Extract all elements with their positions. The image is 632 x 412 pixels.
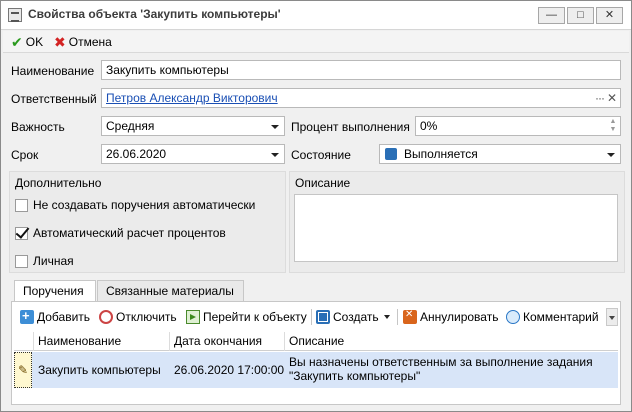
responsible-label: Ответственный xyxy=(11,92,97,106)
description-title: Описание xyxy=(295,176,351,190)
cancel-button[interactable]: ✖ Отмена xyxy=(54,33,112,51)
deadline-label: Срок xyxy=(11,148,39,162)
annul-label: Аннулировать xyxy=(420,310,499,324)
additional-title: Дополнительно xyxy=(15,176,102,190)
ok-button[interactable]: ✔ OK xyxy=(11,33,43,51)
create-label: Создать xyxy=(333,310,379,324)
add-label: Добавить xyxy=(37,310,91,324)
goto-object-button[interactable]: Перейти к объекту xyxy=(186,308,307,326)
tab-assignments[interactable]: Поручения xyxy=(14,280,96,303)
state-label: Состояние xyxy=(291,148,351,162)
check-icon: ✔ xyxy=(11,34,23,50)
option-label: Личная xyxy=(33,254,74,268)
responsible-link[interactable]: Петров Александр Викторович xyxy=(106,91,278,105)
toolbar-separator xyxy=(397,309,398,325)
column-header-name[interactable]: Наименование xyxy=(34,332,170,351)
state-value: Выполняется xyxy=(404,147,478,161)
grid-toolbar: Добавить Отключить Перейти к объекту Соз… xyxy=(14,305,618,329)
percent-value: 0% xyxy=(420,119,438,133)
comment-button[interactable]: Комментарий xyxy=(506,308,599,326)
checkbox-no-auto-assign[interactable] xyxy=(15,198,28,212)
title-bar: Свойства объекта 'Закупить компьютеры' —… xyxy=(1,1,631,30)
deadline-date-picker[interactable]: 26.06.2020 xyxy=(101,144,285,164)
create-icon xyxy=(316,310,330,324)
option-label: Автоматический расчет процентов xyxy=(33,226,226,240)
name-label: Наименование xyxy=(11,64,95,78)
state-select[interactable]: Выполняется xyxy=(379,144,621,164)
column-header-end-date[interactable]: Дата окончания xyxy=(170,332,285,351)
clear-icon[interactable]: ✕ xyxy=(607,89,617,107)
cell-end-date: 26.06.2020 17:00:00 xyxy=(174,363,285,377)
column-header-description[interactable]: Описание xyxy=(285,332,618,351)
additional-group: Дополнительно Не создавать поручения авт… xyxy=(9,171,286,273)
name-input[interactable]: Закупить компьютеры xyxy=(101,60,621,80)
description-textarea[interactable] xyxy=(294,194,618,262)
add-button[interactable]: Добавить xyxy=(20,308,90,326)
close-button[interactable]: ✕ xyxy=(596,7,623,24)
percent-stepper[interactable]: 0% ▲ ▼ xyxy=(415,116,621,136)
cell-name: Закупить компьютеры xyxy=(38,363,161,377)
option-personal[interactable]: Личная xyxy=(15,254,74,268)
row-indicator-header xyxy=(14,332,34,351)
checkbox-personal[interactable] xyxy=(15,254,28,268)
spin-arrows-icon[interactable]: ▲ ▼ xyxy=(608,118,618,134)
assignments-panel: Добавить Отключить Перейти к объекту Соз… xyxy=(11,301,621,405)
chevron-down-icon xyxy=(383,315,390,319)
option-no-auto-assign[interactable]: Не создавать поручения автоматически xyxy=(15,198,255,212)
comment-label: Комментарий xyxy=(523,310,599,324)
goto-label: Перейти к объекту xyxy=(203,310,307,324)
tab-related-materials[interactable]: Связанные материалы xyxy=(97,280,244,302)
responsible-field[interactable]: Петров Александр Викторович ··· ✕ xyxy=(101,88,621,108)
toolbar-separator xyxy=(311,309,312,325)
cell-description: Вы назначены ответственным за выполнение… xyxy=(289,355,593,383)
annul-icon xyxy=(403,309,417,324)
detach-button[interactable]: Отключить xyxy=(99,308,177,326)
goto-icon xyxy=(186,310,200,324)
app-icon xyxy=(8,8,22,22)
puzzle-icon xyxy=(385,148,397,160)
checkbox-auto-percent[interactable] xyxy=(15,226,28,240)
comment-icon xyxy=(506,310,520,324)
minimize-button[interactable]: — xyxy=(538,7,565,24)
option-label: Не создавать поручения автоматически xyxy=(33,198,256,212)
cancel-label: Отмена xyxy=(68,35,112,49)
description-group: Описание xyxy=(289,171,625,273)
maximize-button[interactable]: □ xyxy=(567,7,594,24)
importance-select[interactable]: Средняя xyxy=(101,116,285,136)
more-icon[interactable]: ··· xyxy=(595,89,605,107)
unlink-icon xyxy=(99,310,113,324)
percent-label: Процент выполнения xyxy=(291,120,410,134)
table-row[interactable]: Закупить компьютеры 26.06.2020 17:00:00 … xyxy=(14,352,618,388)
grid-header: Наименование Дата окончания Описание xyxy=(14,332,618,351)
cross-icon: ✖ xyxy=(54,34,66,50)
task-pencil-icon xyxy=(14,352,32,388)
option-auto-percent[interactable]: Автоматический расчет процентов xyxy=(15,226,226,240)
dialog-toolbar: ✔ OK ✖ Отмена xyxy=(3,31,629,53)
toolbar-overflow-button[interactable] xyxy=(606,308,618,326)
create-button[interactable]: Создать xyxy=(316,308,390,326)
window-title: Свойства объекта 'Закупить компьютеры' xyxy=(28,7,281,21)
annul-button[interactable]: Аннулировать xyxy=(403,308,498,326)
properties-window: Свойства объекта 'Закупить компьютеры' —… xyxy=(0,0,632,412)
importance-label: Важность xyxy=(11,120,65,134)
add-icon xyxy=(20,308,34,324)
detach-label: Отключить xyxy=(116,310,177,324)
ok-label: OK xyxy=(25,35,44,49)
